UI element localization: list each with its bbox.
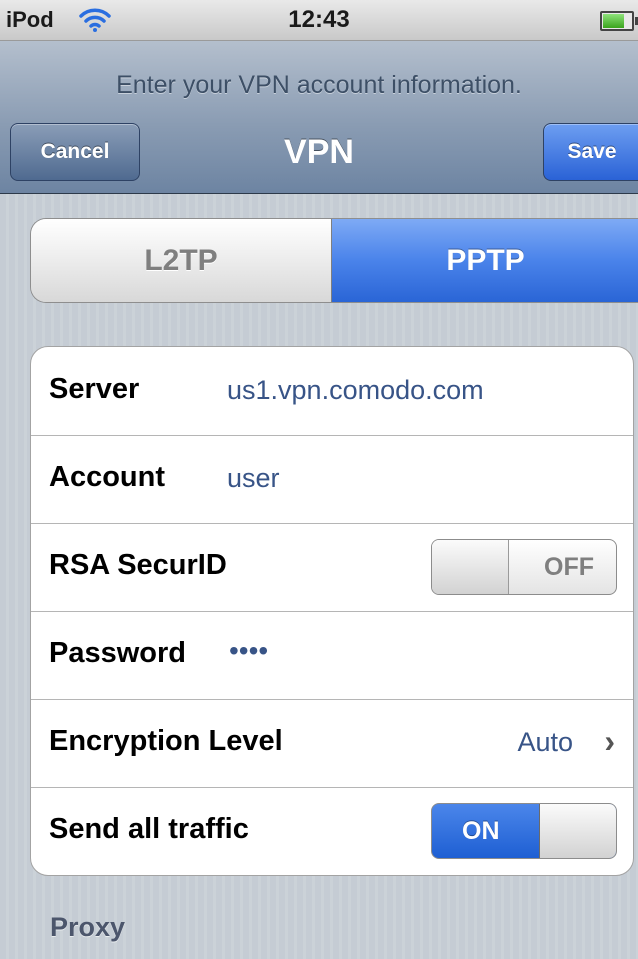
tab-pptp[interactable]: PPTP xyxy=(332,219,638,302)
save-button[interactable]: Save xyxy=(543,123,638,181)
chevron-right-icon: › xyxy=(604,723,615,759)
tab-l2tp[interactable]: L2TP xyxy=(31,219,332,302)
rsa-securid-toggle[interactable]: OFF xyxy=(431,539,617,595)
account-row[interactable]: Account user xyxy=(31,435,633,524)
protocol-segmented-control: L2TP PPTP xyxy=(30,218,638,303)
rsa-securid-label: RSA SecurID xyxy=(49,549,227,581)
status-time: 12:43 xyxy=(288,6,350,33)
navigation-bar: Enter your VPN account information. Canc… xyxy=(0,41,638,194)
toggle-knob xyxy=(539,804,616,858)
password-field[interactable]: •••• xyxy=(229,635,268,667)
send-all-traffic-row: Send all traffic ON xyxy=(31,787,633,875)
toggle-knob xyxy=(432,540,509,594)
send-all-traffic-toggle[interactable]: ON xyxy=(431,803,617,859)
vpn-settings-group: Server us1.vpn.comodo.com Account user R… xyxy=(30,346,634,876)
server-row[interactable]: Server us1.vpn.comodo.com xyxy=(31,347,633,436)
server-label: Server xyxy=(49,373,140,405)
server-field[interactable]: us1.vpn.comodo.com xyxy=(227,375,484,406)
toggle-state-label: ON xyxy=(462,817,500,845)
rsa-securid-row: RSA SecurID OFF xyxy=(31,523,633,612)
account-label: Account xyxy=(49,461,165,493)
password-row[interactable]: Password •••• xyxy=(31,611,633,700)
encryption-level-row[interactable]: Encryption Level Auto › xyxy=(31,699,633,788)
nav-prompt: Enter your VPN account information. xyxy=(116,71,522,99)
status-bar: iPod 12:43 xyxy=(0,0,638,41)
encryption-level-label: Encryption Level xyxy=(49,725,283,757)
password-label: Password xyxy=(49,637,186,669)
toggle-state-label: OFF xyxy=(544,553,594,581)
battery-icon xyxy=(600,11,638,31)
send-all-traffic-label: Send all traffic xyxy=(49,813,249,845)
account-field[interactable]: user xyxy=(227,463,280,494)
encryption-level-value: Auto xyxy=(517,727,573,757)
proxy-section-header: Proxy xyxy=(50,912,126,942)
battery-level xyxy=(603,14,624,28)
